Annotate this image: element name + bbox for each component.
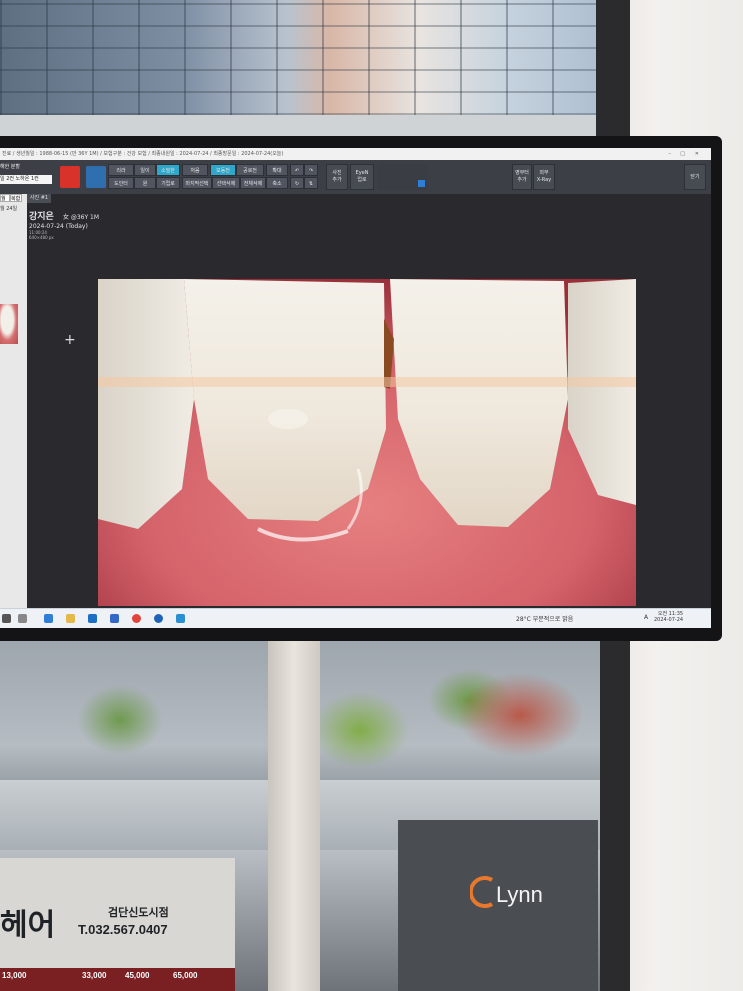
toolbar: 해한 분할 일 2컨 노하온 1컨 리라 도인터 일이 원 소밀한 기립로 처음… <box>0 160 711 194</box>
price-2: 33,000 <box>82 971 107 980</box>
tab-composite[interactable]: 복합 <box>10 194 22 202</box>
add-icon[interactable]: + <box>64 332 76 348</box>
price-4: 65,000 <box>173 971 198 980</box>
price-1: 13,000 <box>2 971 27 980</box>
btn-r2-6[interactable]: 전체삭제 <box>240 177 266 189</box>
price-strip: 13,000 33,000 45,000 65,000 <box>0 968 235 991</box>
clock-time: 오전 11:35 <box>657 611 684 617</box>
input-lang[interactable]: A <box>644 614 648 621</box>
close-button[interactable]: 닫기 <box>684 164 706 190</box>
search-icon[interactable] <box>18 614 27 623</box>
rotate-icon[interactable]: ↻ <box>290 177 304 189</box>
tab-month[interactable]: 월 <box>0 194 10 202</box>
btn-r1-3[interactable]: 소밀한 <box>156 164 180 176</box>
capture-date: 2024-07-24 (Today) <box>29 223 88 230</box>
flip-icon[interactable]: ⇅ <box>304 177 318 189</box>
folder-icon[interactable] <box>66 614 75 623</box>
thumbnail-panel: 월 복합 월 24일 <box>0 194 27 608</box>
close-icon[interactable]: ✕ <box>695 148 699 160</box>
taskbar-clock[interactable]: 오전 11:35 2024-07-24 <box>654 610 683 623</box>
external-xray-button[interactable]: 외부 X-Ray <box>533 164 555 190</box>
start-icon[interactable] <box>2 614 11 623</box>
btn-r2-7[interactable]: 축소 <box>266 177 288 189</box>
imaging-app-icon[interactable] <box>176 614 185 623</box>
minimize-icon[interactable]: – <box>669 148 672 160</box>
shop-sign-phone: T.032.567.0407 <box>78 922 168 937</box>
monitor-stand <box>268 640 320 991</box>
btn-r1-2[interactable]: 일이 <box>134 164 156 176</box>
patient-name: 강지은 <box>29 212 54 222</box>
building-lynn: Lynn <box>398 820 598 991</box>
btn-r2-3[interactable]: 기립로 <box>156 177 180 189</box>
price-3: 45,000 <box>125 971 150 980</box>
btn-r2-2[interactable]: 원 <box>134 177 156 189</box>
chrome-icon[interactable] <box>132 614 141 623</box>
btn-r1-7[interactable]: 확대 <box>266 164 288 176</box>
toolbar-label-1: 해한 분할 <box>0 164 20 170</box>
patient-info: 강지은 女 @36Y 1M 2024-07-24 (Today) 11:00:2… <box>29 204 99 240</box>
intraoral-photo-drawing <box>98 279 636 606</box>
photo-thumbnail[interactable] <box>0 304 18 344</box>
image-resolution: 640×480 px <box>29 235 54 240</box>
btn-r1-1[interactable]: 리라 <box>108 164 134 176</box>
weather-text[interactable]: 28°C 부분적으로 맑음 <box>516 614 573 623</box>
title-text: 진료 / 생년월일 : 1988-06-15 (만 36Y 1M) / 보험구분… <box>2 151 284 157</box>
clock-date: 2024-07-24 <box>654 617 684 623</box>
add-photo-button[interactable]: 사진 추가 <box>326 164 348 190</box>
memo-box[interactable] <box>378 164 428 190</box>
teams-icon[interactable] <box>110 614 119 623</box>
btn-r1-5[interactable]: 보동전 <box>210 164 236 176</box>
dental-imaging-app: 진료 / 생년월일 : 1988-06-15 (만 36Y 1M) / 보험구분… <box>0 148 711 628</box>
patient-sex-age: 女 @36Y 1M <box>62 214 100 221</box>
edge-icon[interactable] <box>44 614 53 623</box>
undo-icon[interactable]: ↶ <box>290 164 304 176</box>
mail-icon[interactable] <box>88 614 97 623</box>
redo-icon[interactable]: ↷ <box>304 164 318 176</box>
btn-r1-4[interactable]: 처음 <box>182 164 208 176</box>
view-select[interactable]: 일 2컨 노하온 1컨 <box>0 175 52 184</box>
btn-r1-6[interactable]: 공로전 <box>236 164 264 176</box>
btn-r2-4[interactable]: 마지막선택 <box>182 177 212 189</box>
date-label: 월 24일 <box>0 206 18 212</box>
app-icon[interactable] <box>154 614 163 623</box>
lynn-brand-text: Lynn <box>496 882 543 907</box>
checkbox-icon[interactable] <box>418 180 425 187</box>
tool-button[interactable] <box>86 166 106 188</box>
shop-sign-branch: 검단신도시점 <box>108 907 169 919</box>
tab-photo-1[interactable]: 사진 #1 <box>27 194 51 203</box>
background-building-windows <box>0 0 600 115</box>
shop-sign: 헤어 검단신도시점 T.032.567.0407 13,000 33,000 4… <box>0 858 235 991</box>
add-scan-button[interactable]: 영부터 추가 <box>512 164 532 190</box>
maximize-icon[interactable]: □ <box>680 148 685 160</box>
eyen-upload-button[interactable]: EyeN 업로 <box>350 164 374 190</box>
intraoral-photo <box>98 279 636 606</box>
btn-r2-1[interactable]: 도인터 <box>108 177 134 189</box>
record-button[interactable] <box>60 166 80 188</box>
windows-taskbar: 28°C 부분적으로 맑음 A 오전 11:35 2024-07-24 <box>0 608 711 628</box>
shop-sign-title: 헤어 <box>0 909 56 942</box>
btn-r2-5[interactable]: 선택삭제 <box>212 177 240 189</box>
title-bar: 진료 / 생년월일 : 1988-06-15 (만 36Y 1M) / 보험구분… <box>0 148 711 160</box>
